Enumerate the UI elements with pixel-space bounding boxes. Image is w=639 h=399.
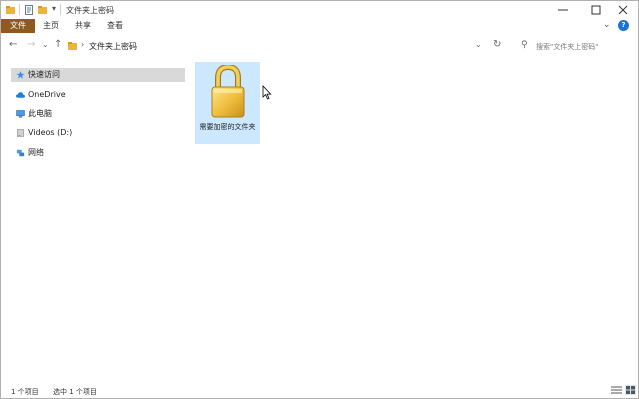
- forward-button[interactable]: →: [27, 39, 35, 50]
- minimize-icon: [558, 9, 568, 11]
- network-icon: [16, 149, 25, 157]
- tab-home[interactable]: 主页: [37, 19, 65, 33]
- title-bar: ▾ 文件夹上密码: [1, 1, 638, 19]
- back-button[interactable]: ←: [9, 39, 17, 50]
- mouse-cursor-icon: [262, 85, 272, 100]
- window-title: 文件夹上密码: [66, 6, 114, 15]
- customize-toolbar-icon[interactable]: ▾: [52, 4, 56, 13]
- maximize-button[interactable]: [581, 1, 611, 19]
- nav-item-quick-access[interactable]: 快速访问: [11, 68, 185, 82]
- help-icon[interactable]: ?: [618, 20, 629, 31]
- padlock-icon: [211, 65, 245, 118]
- up-button[interactable]: ↑: [54, 39, 62, 50]
- tab-file[interactable]: 文件: [1, 19, 35, 33]
- file-name: 需要加密的文件夹: [199, 123, 256, 131]
- search-box[interactable]: ⚲ 搜索"文件夹上密码": [515, 37, 635, 55]
- cloud-icon: [16, 92, 25, 98]
- explorer-window: ▾ 文件夹上密码 文件 主页 共享 查看 ⌄ ? ← → ⌄ ↑ › 文件夹上密…: [0, 0, 639, 399]
- folder-app-icon: [6, 6, 15, 14]
- nav-item-label: Videos (D:): [28, 128, 73, 137]
- search-icon: ⚲: [521, 40, 528, 50]
- nav-item-label: 快速访问: [28, 70, 60, 79]
- ribbon-tabs: 文件 主页 共享 查看 ⌄ ?: [1, 19, 638, 33]
- maximize-icon: [591, 5, 601, 15]
- nav-item-label: 此电脑: [28, 109, 52, 118]
- file-item[interactable]: 需要加密的文件夹: [195, 62, 260, 144]
- selection-count: 选中 1 个项目: [53, 388, 97, 396]
- computer-icon: [16, 110, 25, 118]
- tab-share[interactable]: 共享: [69, 19, 97, 33]
- folder-icon: [68, 42, 77, 50]
- separator: [60, 4, 61, 15]
- refresh-button[interactable]: ↻: [493, 39, 501, 50]
- search-input[interactable]: 搜索"文件夹上密码": [536, 42, 598, 52]
- minimize-button[interactable]: [548, 1, 578, 19]
- nav-item-label: OneDrive: [28, 90, 66, 99]
- breadcrumb-current[interactable]: 文件夹上密码: [89, 41, 137, 52]
- address-dropdown-button[interactable]: ⌄: [475, 40, 482, 49]
- new-folder-icon[interactable]: [38, 5, 48, 15]
- address-row: ← → ⌄ ↑ › 文件夹上密码 ⌄ ↻ ⚲ 搜索"文件夹上密码": [1, 34, 638, 58]
- large-icons-view-icon[interactable]: [625, 385, 636, 395]
- properties-icon[interactable]: [25, 5, 34, 15]
- expand-ribbon-icon[interactable]: ⌄: [603, 20, 611, 30]
- breadcrumb-separator: ›: [81, 40, 85, 49]
- drive-icon: [17, 129, 24, 137]
- nav-item-label: 网络: [28, 148, 44, 157]
- tab-view[interactable]: 查看: [101, 19, 129, 33]
- star-icon: [16, 71, 25, 79]
- address-bar[interactable]: › 文件夹上密码: [64, 37, 476, 55]
- close-button[interactable]: [608, 1, 638, 19]
- close-icon: [618, 5, 628, 15]
- details-view-icon[interactable]: [611, 385, 622, 395]
- recent-locations-button[interactable]: ⌄: [42, 40, 49, 49]
- item-count: 1 个项目: [11, 388, 39, 396]
- separator: [19, 4, 20, 15]
- status-bar: 1 个项目 选中 1 个项目: [1, 382, 638, 398]
